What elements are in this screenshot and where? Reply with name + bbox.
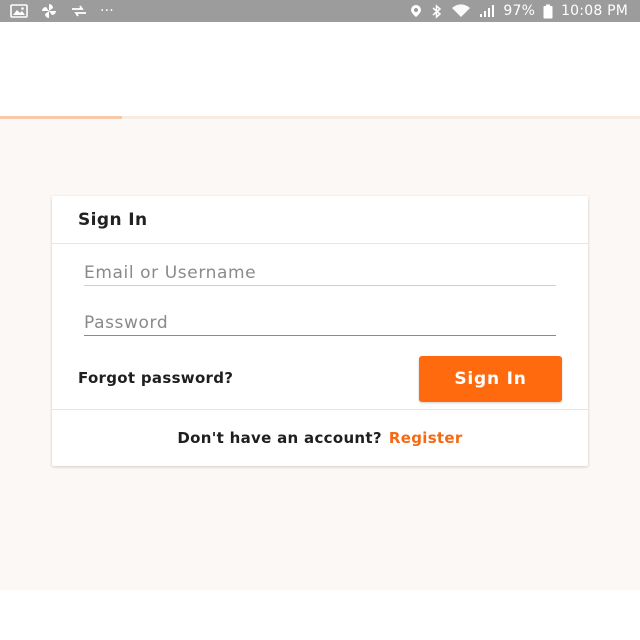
status-bar: ··· 97% 10:08 PM xyxy=(0,0,640,22)
sync-arrows-icon xyxy=(70,4,88,18)
signal-icon xyxy=(479,4,495,18)
status-bar-left: ··· xyxy=(10,3,114,19)
sign-in-button[interactable]: Sign In xyxy=(419,356,562,402)
image-icon xyxy=(10,4,28,18)
bluetooth-icon xyxy=(431,3,443,19)
pinwheel-icon xyxy=(40,3,58,19)
password-input[interactable] xyxy=(84,313,556,335)
bottom-area xyxy=(0,590,640,640)
register-link[interactable]: Register xyxy=(389,429,463,447)
email-field[interactable] xyxy=(84,254,556,286)
wifi-icon xyxy=(451,4,471,18)
forgot-password-link[interactable]: Forgot password? xyxy=(78,369,233,387)
card-header: Sign In xyxy=(52,196,588,244)
register-prompt: Don't have an account? Register xyxy=(52,409,588,466)
email-input[interactable] xyxy=(84,263,556,285)
sign-in-card: Sign In Forgot password? Sign In Don't h… xyxy=(52,196,588,466)
status-bar-right: 97% 10:08 PM xyxy=(409,3,628,19)
more-dots-icon: ··· xyxy=(100,3,114,19)
location-icon xyxy=(409,4,423,18)
status-time: 10:08 PM xyxy=(561,3,628,19)
battery-icon xyxy=(543,4,553,19)
sign-in-title: Sign In xyxy=(78,209,148,230)
main-content: Sign In Forgot password? Sign In Don't h… xyxy=(0,119,640,590)
battery-percent: 97% xyxy=(503,3,536,19)
register-prompt-text: Don't have an account? xyxy=(177,429,382,447)
password-field[interactable] xyxy=(84,304,556,336)
app-bar xyxy=(0,22,640,118)
